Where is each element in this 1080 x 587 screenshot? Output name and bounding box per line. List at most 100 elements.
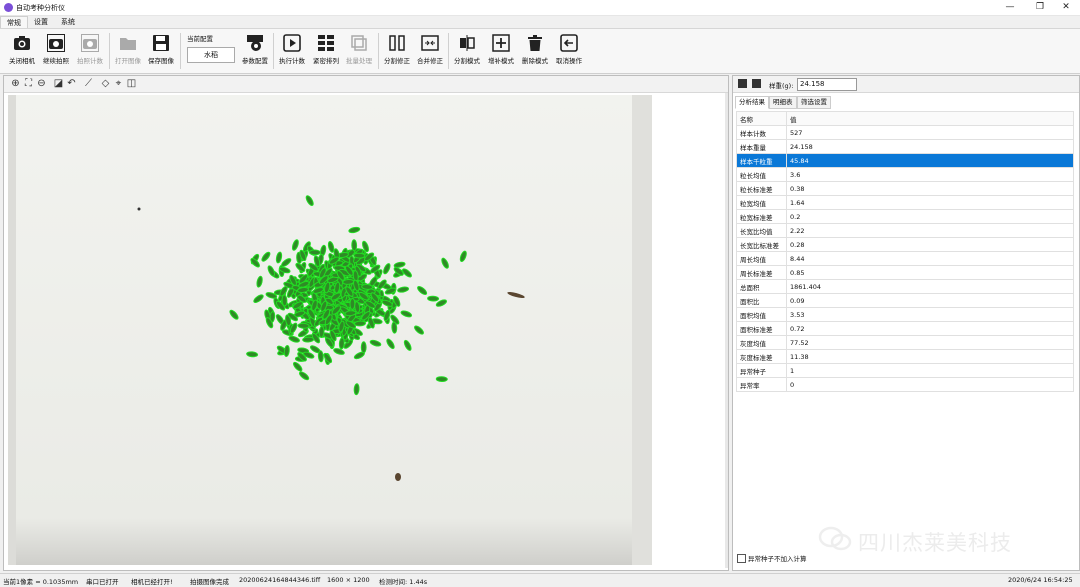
- table-row[interactable]: 周长均值 8.44: [736, 251, 1074, 266]
- tab-system[interactable]: 系统: [55, 16, 81, 28]
- plus-box-icon: [492, 34, 510, 52]
- merge-correct-button[interactable]: 合并修正: [414, 32, 446, 70]
- exclude-abnormal-checkbox[interactable]: [737, 554, 746, 563]
- row-name: 样本计数: [736, 125, 787, 140]
- seed-mark: [391, 321, 398, 334]
- window-title: 自动考种分析仪: [16, 4, 65, 12]
- export-icon[interactable]: [752, 79, 761, 88]
- crop-icon[interactable]: ◪: [53, 78, 64, 89]
- table-row[interactable]: 样本计数 527: [736, 125, 1074, 140]
- batch-icon: [351, 35, 367, 51]
- menu-tabs: 常规 设置 系统: [0, 16, 1080, 29]
- table-row[interactable]: 粒长标准差 0.38: [736, 181, 1074, 196]
- fit-icon[interactable]: ⛶: [23, 78, 34, 89]
- seed-image[interactable]: [8, 95, 652, 565]
- seed-mark: [353, 383, 360, 396]
- config-select[interactable]: 水稻: [187, 47, 235, 63]
- open-image-button[interactable]: 打开图像: [112, 32, 144, 70]
- table-row[interactable]: 粒长均值 3.6: [736, 167, 1074, 182]
- row-value: 45.84: [786, 153, 1074, 168]
- table-row[interactable]: 灰度标准差 11.38: [736, 349, 1074, 364]
- seed-mark: [353, 252, 366, 259]
- status-pixel: 当前1像素 = 0.1035mm: [3, 578, 79, 586]
- status-datetime: 2020/6/24 16:54:25: [1008, 576, 1073, 584]
- split-correct-button[interactable]: 分割修正: [381, 32, 413, 70]
- weight-bar: 样重(g): 24.158: [733, 76, 1079, 93]
- continuous-shoot-button[interactable]: 继续拍照: [40, 32, 72, 70]
- diamond-icon[interactable]: ◇: [100, 78, 111, 89]
- row-name: 长宽比均值: [736, 223, 787, 238]
- execute-count-button[interactable]: 执行计数: [276, 32, 308, 70]
- delete-mode-button[interactable]: 删除模式: [519, 32, 551, 70]
- row-name: 粒长标准差: [736, 181, 787, 196]
- table-row[interactable]: 灰度均值 77.52: [736, 335, 1074, 350]
- batch-process-button[interactable]: 批量处理: [343, 32, 375, 70]
- row-name: 面积均值: [736, 307, 787, 322]
- trash-icon: [528, 35, 542, 51]
- table-row[interactable]: 总面积 1861.404: [736, 279, 1074, 294]
- table-row[interactable]: 异常率 0: [736, 377, 1074, 392]
- table-row[interactable]: 面积标准差 0.72: [736, 321, 1074, 336]
- row-name: 周长标准差: [736, 265, 787, 280]
- minimize-button[interactable]: —: [996, 1, 1024, 14]
- tab-analysis-results[interactable]: 分析结果: [735, 96, 769, 109]
- calculator-icon[interactable]: [738, 79, 747, 88]
- play-icon: [283, 34, 301, 52]
- shoot-count-button[interactable]: 拍照计数: [74, 32, 106, 70]
- close-button[interactable]: ✕: [1052, 1, 1080, 14]
- weight-input[interactable]: 24.158: [797, 78, 857, 91]
- split-view-icon[interactable]: ◫: [126, 78, 137, 89]
- table-row[interactable]: 周长标准差 0.85: [736, 265, 1074, 280]
- tab-detail-table[interactable]: 明细表: [769, 96, 797, 109]
- app-icon: [4, 3, 13, 12]
- image-toolbar: ⊕ ⛶ ⊖ ◪ ↶ ⟋ ◇ ⌖ ◫: [4, 76, 728, 93]
- table-row[interactable]: 粒宽均值 1.64: [736, 195, 1074, 210]
- table-row[interactable]: 长宽比均值 2.22: [736, 223, 1074, 238]
- tight-arrange-button[interactable]: 紧密排列: [310, 32, 342, 70]
- tab-filter-settings[interactable]: 筛选设置: [797, 96, 831, 109]
- row-value: 1.64: [786, 195, 1074, 210]
- table-row[interactable]: 异常种子 1: [736, 363, 1074, 378]
- exclude-abnormal-label: 异常种子不加入计算: [748, 555, 807, 563]
- row-value: 2.22: [786, 223, 1074, 238]
- split-icon: [389, 35, 405, 51]
- ruler-icon[interactable]: ⟋: [83, 78, 94, 89]
- vertical-scrollbar[interactable]: [725, 93, 728, 568]
- param-config-button[interactable]: 参数配置: [239, 32, 271, 70]
- split-mode-icon: [460, 35, 475, 51]
- zoom-out-icon[interactable]: ⊖: [36, 78, 47, 89]
- camera-frame-icon: [47, 34, 65, 52]
- table-row[interactable]: 长宽比标准差 0.28: [736, 237, 1074, 252]
- seed-mark: [302, 336, 315, 343]
- save-image-label: 保存图像: [148, 57, 174, 65]
- table-row[interactable]: 面积均值 3.53: [736, 307, 1074, 322]
- save-icon: [153, 35, 169, 51]
- status-camera: 相机已经打开!: [131, 578, 173, 586]
- table-row[interactable]: 面积比 0.09: [736, 293, 1074, 308]
- seed-mark: [308, 249, 321, 256]
- seed-mark: [297, 322, 310, 329]
- cancel-operation-button[interactable]: 取消操作: [553, 32, 585, 70]
- table-row[interactable]: 样本重量 24.158: [736, 139, 1074, 154]
- maximize-button[interactable]: ❐: [1026, 1, 1054, 14]
- row-name: 异常种子: [736, 363, 787, 378]
- camera-icon: [14, 36, 30, 50]
- seed-mark: [317, 350, 324, 363]
- row-value: 0.28: [786, 237, 1074, 252]
- tab-settings[interactable]: 设置: [28, 16, 54, 28]
- close-camera-button[interactable]: 关闭相机: [6, 32, 38, 70]
- status-file: 20200624164844346.tiff: [239, 576, 321, 584]
- table-row[interactable]: 粒宽标准差 0.2: [736, 209, 1074, 224]
- center-icon[interactable]: ⌖: [113, 78, 124, 89]
- zoom-in-icon[interactable]: ⊕: [10, 78, 21, 89]
- seed-mark: [318, 326, 325, 338]
- title-bar: 自动考种分析仪 — ❐ ✕: [0, 0, 1080, 16]
- undo-icon[interactable]: ↶: [66, 78, 77, 89]
- add-mode-button[interactable]: 增补模式: [485, 32, 517, 70]
- split-mode-button[interactable]: 分割模式: [451, 32, 483, 70]
- save-image-button[interactable]: 保存图像: [145, 32, 177, 70]
- table-row[interactable]: 样本千粒重 45.84: [736, 153, 1074, 168]
- seed-mark: [342, 278, 355, 285]
- merge-correct-label: 合并修正: [417, 57, 443, 65]
- grid-icon: [318, 35, 334, 51]
